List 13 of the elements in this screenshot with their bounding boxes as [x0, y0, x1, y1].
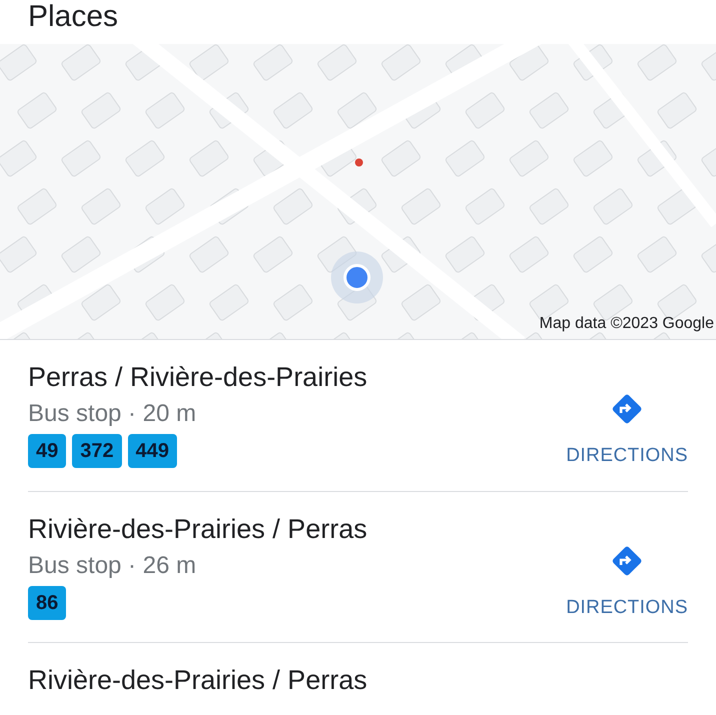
place-detail: Bus stop · 20 m [28, 399, 198, 429]
place-name: Perras / Rivière-des-Prairies [28, 361, 368, 394]
place-name: Rivière-des-Prairies / Perras [28, 512, 368, 546]
route-number: 372 [72, 434, 122, 468]
place-name: Rivière-des-Prairies / Perras [28, 664, 368, 697]
route-number: 449 [128, 434, 177, 468]
map-attribution: Map data ©2023 Google [539, 314, 714, 334]
route-number: 86 [28, 586, 66, 620]
directions-button[interactable]: DIRECTIONS [566, 512, 688, 622]
route-number: 49 [28, 434, 66, 468]
place-detail: Bus stop · 26 m [28, 550, 198, 580]
directions-button[interactable]: DIRECTIONS [566, 360, 688, 470]
page-title: Places [28, 0, 118, 34]
